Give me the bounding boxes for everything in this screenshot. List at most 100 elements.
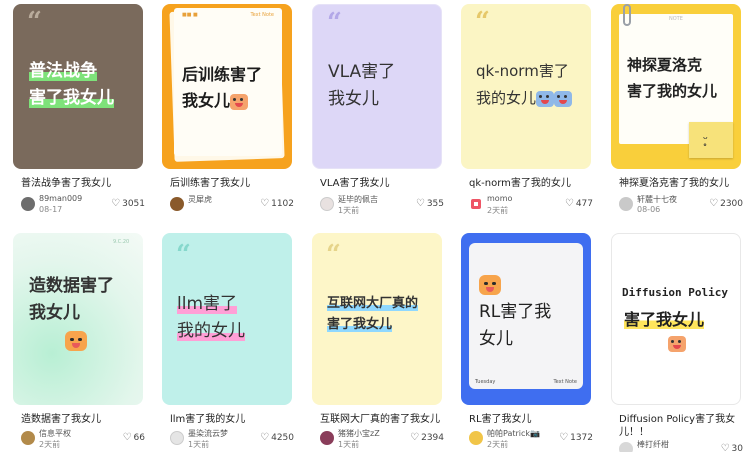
crying-face-icon: ᵕ̥ [703,132,708,146]
post-date: 1天前 [338,440,360,449]
note-cover[interactable]: 9.C.20 造数据害了 我女儿 [13,233,143,405]
note-title-continued[interactable]: 儿！！ [619,426,649,439]
cover-text: 互联网大厂真的 害了我女儿 [327,296,419,332]
cover-text: 害了我女儿 [624,310,705,329]
like-count[interactable]: ♡ 1372 [559,432,593,443]
like-count[interactable]: ♡ 4250 [260,432,294,443]
cover-header: 9.C.20 [113,239,130,245]
author-name[interactable]: 延毕的佩吉 [338,194,378,205]
avatar[interactable] [21,431,35,445]
note-meta: 延毕的佩吉 1天前 ♡ 355 [320,195,444,217]
paper-header-right: Text Note [250,12,274,18]
note-card[interactable]: “ 互联网大厂真的 害了我女儿 互联网大厂真的害了我女儿 猪猪小宝zZ 1天前 … [312,233,444,449]
author-name[interactable]: momo [487,194,512,203]
cover-text: llm害了 我的女儿 [177,294,245,341]
crying-face-icon [668,336,686,352]
author-name[interactable]: 猪猪小宝zZ [338,428,380,439]
avatar[interactable] [469,431,483,445]
paper-footer-left: Tuesday [475,379,496,385]
post-date: 08-06 [637,205,661,214]
avatar[interactable] [170,197,184,211]
avatar[interactable] [471,199,481,209]
note-card[interactable]: “ llm害了 我的女儿 llm害了我的女儿 墨染流云梦 1天前 ♡ 4250 [162,233,294,449]
note-card[interactable]: “ VLA害了 我女儿 VLA害了我女儿 延毕的佩吉 1天前 ♡ 355 [312,4,444,215]
quote-icon: “ [475,7,490,37]
heart-outline-icon: ♡ [415,198,425,209]
note-card[interactable]: Tuesday Text Note RL害了我 女儿 RL害了我女儿 帕帕Pat… [461,233,593,449]
note-title[interactable]: 互联网大厂真的害了我女儿 [320,413,440,426]
cover-text: VLA害了 我女儿 [328,62,396,109]
cover-text: 普法战争 害了我女儿 [29,61,114,108]
paper-header-left: ■■ ■ [182,12,198,18]
like-count[interactable]: ♡ 66 [123,432,145,443]
note-cover[interactable]: NOTE 神探夏洛克 害了我的女儿 ᵕ̥ [611,4,741,169]
crying-cat-icon [479,275,501,295]
note-meta: 棒打纤柑 ♡ 30 [619,440,743,452]
note-title[interactable]: RL害了我女儿 [469,413,532,426]
note-cover[interactable]: “ 互联网大厂真的 害了我女儿 [312,233,442,405]
note-card[interactable]: “ 普法战争 害了我女儿 普法战争害了我女儿 89man009 08-17 ♡ 3… [13,4,145,214]
note-title[interactable]: 神探夏洛克害了我的女儿 [619,177,729,190]
like-count[interactable]: ♡ 3051 [111,198,145,209]
avatar[interactable] [320,197,334,211]
note-meta: 帕帕Patrick📷 2天前 ♡ 1372 [469,429,593,451]
cover-text-top: Diffusion Policy [622,286,728,299]
note-card[interactable]: “ qk-norm害了 我的女儿 qk-norm害了我的女儿 momo 2天前 … [461,4,593,215]
author-name[interactable]: 棒打纤柑 [637,439,669,450]
note-cover[interactable]: “ qk-norm害了 我的女儿 [461,4,591,169]
note-card[interactable]: ■■ ■ Text Note 后训练害了 我女儿 后训练害了我女儿 灵犀虎 ♡ 1… [162,4,294,211]
heart-outline-icon: ♡ [122,432,132,443]
note-meta: 89man009 08-17 ♡ 3051 [21,194,145,217]
note-cover[interactable]: Tuesday Text Note RL害了我 女儿 [461,233,591,405]
author-name[interactable]: 墨染流云梦 [188,428,228,439]
like-count[interactable]: ♡ 2300 [709,198,743,209]
quote-icon: “ [326,240,341,270]
note-card[interactable]: 9.C.20 造数据害了 我女儿 造数据害了我女儿 信息平权 2天前 ♡ 66 [13,233,145,449]
post-date: 08-17 [39,205,63,214]
note-meta: 轩麓十七夜 08-06 ♡ 2300 [619,195,743,217]
like-count[interactable]: ♡ 355 [416,198,444,209]
like-count[interactable]: ♡ 1102 [260,198,294,209]
author-name[interactable]: 灵犀虎 [188,194,212,205]
author-name[interactable]: 信息平权 [39,428,71,439]
note-title[interactable]: qk-norm害了我的女儿 [469,177,571,190]
crying-face-icon [554,90,573,107]
post-date: 1天前 [338,206,360,215]
note-cover[interactable]: Diffusion Policy 害了我女儿 [611,233,741,405]
avatar[interactable] [21,197,35,211]
paper-footer-right: Text Note [553,379,577,385]
quote-icon: “ [176,240,191,270]
note-cover[interactable]: “ llm害了 我的女儿 [162,233,292,405]
note-card[interactable]: NOTE 神探夏洛克 害了我的女儿 ᵕ̥ 神探夏洛克害了我的女儿 轩麓十七夜 0… [611,4,743,214]
note-cover[interactable]: ■■ ■ Text Note 后训练害了 我女儿 [162,4,292,169]
cover-text: 造数据害了 我女儿 [29,276,114,323]
like-count[interactable]: ♡ 30 [721,443,743,452]
avatar[interactable] [170,431,184,445]
like-count[interactable]: ♡ 2394 [410,432,444,443]
cover-text: RL害了我 女儿 [479,302,552,349]
avatar[interactable] [619,442,633,452]
note-title[interactable]: llm害了我的女儿 [170,413,245,426]
like-count[interactable]: ♡ 477 [565,198,593,209]
heart-outline-icon: ♡ [410,432,420,443]
note-title[interactable]: 后训练害了我女儿 [170,177,250,190]
heart-outline-icon: ♡ [559,432,569,443]
crying-face-icon [536,90,555,107]
note-title[interactable]: 普法战争害了我女儿 [21,177,111,190]
note-cover[interactable]: “ VLA害了 我女儿 [312,4,442,169]
author-name[interactable]: 89man009 [39,194,82,203]
heart-outline-icon: ♡ [260,198,270,209]
note-title[interactable]: VLA害了我女儿 [320,177,389,190]
note-title[interactable]: 造数据害了我女儿 [21,413,101,426]
author-name[interactable]: 帕帕Patrick📷 [487,428,540,439]
cover-text: 后训练害了 我女儿 [182,65,263,110]
sticky-note: ᵕ̥ [689,122,733,158]
note-meta: momo 2天前 ♡ 477 [469,194,593,217]
post-date: 2天前 [39,440,61,449]
note-title[interactable]: Diffusion Policy害了我女 [619,413,735,426]
author-name[interactable]: 轩麓十七夜 [637,194,677,205]
note-card[interactable]: Diffusion Policy 害了我女儿 Diffusion Policy害… [611,233,743,452]
avatar[interactable] [619,197,633,211]
note-cover[interactable]: “ 普法战争 害了我女儿 [13,4,143,169]
avatar[interactable] [320,431,334,445]
